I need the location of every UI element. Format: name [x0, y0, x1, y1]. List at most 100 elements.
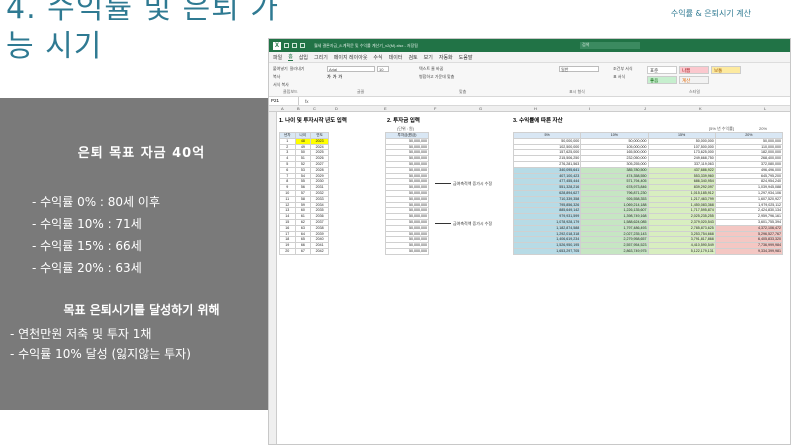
col-header[interactable]: H — [534, 106, 537, 112]
col-header[interactable]: C — [313, 106, 316, 112]
tab-view[interactable]: 보기 — [424, 54, 433, 61]
underline-button[interactable]: 가 — [338, 74, 342, 80]
salary-note: 금여축적액 증가시 수정 — [453, 221, 493, 226]
tab-home[interactable]: 홈 — [288, 53, 293, 61]
tab-insert[interactable]: 삽입 — [299, 54, 308, 61]
asset-cell[interactable]: 5,122,179,131 — [647, 247, 716, 255]
style-neutral[interactable]: 보통 — [711, 66, 741, 74]
styles-label: 스타일 — [689, 89, 701, 94]
ribbon-tabs: 파일 홈 삽입 그리기 페이지 레이아웃 수식 데이터 검토 보기 자동화 도움… — [269, 52, 790, 63]
col-header[interactable]: I — [589, 106, 590, 112]
style-calc[interactable]: 계산 — [679, 76, 709, 84]
asset-cell[interactable]: 1,653,297,705 — [512, 247, 582, 255]
goal-item: - 수익률 10% 달성 (잃지않는 투자) — [10, 347, 191, 361]
col-header[interactable]: D — [335, 106, 338, 112]
worksheet-grid[interactable]: A B C D E F G H I J K L 1. 나이 및 투자시작 년도 … — [269, 106, 790, 444]
age-cell[interactable]: 20 — [279, 247, 296, 255]
excel-titlebar: X 월세 결론자금_8.계획문 및 수익률 계산기_v2(M).xlsx - 저… — [269, 39, 790, 52]
col-header[interactable]: J — [644, 106, 646, 112]
tab-help[interactable]: 도움말 — [459, 54, 473, 61]
col-header[interactable]: G — [479, 106, 482, 112]
copy-button[interactable]: 복사 — [273, 74, 280, 80]
bold-button[interactable]: 가 — [327, 74, 331, 80]
alignment-group: 텍스트 줄 바꿈 병합하고 가운데 맞춤 — [419, 66, 454, 82]
tab-file[interactable]: 파일 — [273, 54, 282, 61]
section-age-title: 1. 나이 및 투자시작 년도 입력 — [279, 118, 347, 124]
asset-cell[interactable]: 2,863,749,975 — [580, 247, 649, 255]
table-row: 13 60 2035 — [279, 207, 329, 215]
tab-review[interactable]: 검토 — [408, 54, 417, 61]
font-label: 글꼴 — [357, 89, 365, 94]
tab-draw[interactable]: 그리기 — [314, 54, 328, 61]
table-row: 11 58 2033 — [279, 195, 329, 203]
table-row: 16 63 2038 — [279, 224, 329, 232]
table-row: 1,653,297,705 2,863,749,975 5,122,179,131 9… — [512, 247, 784, 255]
summary-panel: 은퇴 목표 자금 40억 - 수익률 0% : 80세 이후 - 수익률 10%… — [0, 98, 283, 410]
undo-icon[interactable] — [300, 43, 305, 48]
table-row: 14 61 2036 — [279, 213, 329, 220]
table-row: 6 53 2028 — [279, 166, 329, 174]
col-header[interactable]: A — [281, 106, 284, 112]
table-row: 15 62 2037 — [279, 218, 329, 226]
rate-item: - 수익률 0% : 80세 이후 — [32, 195, 160, 209]
number-label: 표시 형식 — [569, 89, 585, 94]
rate-item: - 수익률 20% : 63세 — [32, 261, 142, 275]
section-invest-title: 2. 투자금 입력 — [387, 118, 420, 124]
tab-formulas[interactable]: 수식 — [373, 54, 382, 61]
fx-icon[interactable]: fx — [305, 99, 309, 104]
table-format-button[interactable]: 표 서식 — [613, 74, 625, 80]
table-row: 1 48 2023 — [279, 137, 329, 145]
rate-item: - 수익률 15% : 66세 — [32, 239, 142, 253]
col-header[interactable]: F — [434, 106, 436, 112]
row-headers — [269, 112, 277, 444]
asset-cell[interactable]: 9,334,399,981 — [714, 247, 784, 255]
investment-table: 투자금(원금) 50,000,000 50,000,000 50,000,000 50,… — [385, 132, 429, 255]
name-box[interactable]: P21 — [269, 97, 299, 105]
style-normal[interactable]: 표준 — [647, 66, 677, 74]
note-arrow — [435, 183, 451, 184]
styles-buttons: 조건부 서식 표 서식 — [613, 66, 633, 82]
retirement-goal-heading: 은퇴 목표 자금 40억 — [77, 146, 206, 161]
format-painter-button[interactable]: 서식 복사 — [273, 82, 289, 88]
slide-title: 4. 수익률 및 은퇴 가능 시기 — [6, 0, 279, 64]
table-row: 9 56 2031 — [279, 184, 329, 191]
table-row: 8 55 2030 — [279, 178, 329, 186]
font-name-select[interactable]: Arial — [327, 66, 375, 72]
cut-button[interactable]: 잘라내기 — [290, 66, 305, 72]
rate-list: - 수익률 0% : 80세 이후 - 수익률 10% : 71세 - 수익률 … — [32, 191, 283, 279]
col-header[interactable]: L — [764, 106, 766, 112]
clipboard-group: 붙여넣기 잘라내기 복사 서식 복사 — [273, 66, 304, 90]
paste-button[interactable]: 붙여넣기 — [273, 66, 288, 72]
number-format-select[interactable]: 일반 — [559, 66, 599, 72]
style-good[interactable]: 좋음 — [647, 76, 677, 84]
age-cell[interactable]: 67 — [294, 247, 312, 255]
invest-cell[interactable]: 50,000,000 — [385, 247, 429, 255]
col-header[interactable]: E — [384, 106, 387, 112]
formula-bar: P21 fx — [269, 97, 790, 106]
save-icon[interactable] — [292, 43, 297, 48]
quick-access-toolbar — [284, 43, 305, 48]
goal-heading: 목표 은퇴시기를 달성하기 위해 — [63, 303, 220, 317]
tab-automate[interactable]: 자동화 — [439, 54, 453, 61]
age-header-row: 년차 나이 연도 — [279, 132, 329, 139]
search-input[interactable]: 검색 — [580, 42, 640, 49]
table-row: 12 59 2034 — [279, 201, 329, 209]
clipboard-label: 클립보드 — [283, 89, 298, 94]
merge-center-button[interactable]: 병합하고 가운데 맞춤 — [419, 74, 454, 80]
conditional-format-button[interactable]: 조건부 서식 — [613, 66, 633, 72]
tab-page-layout[interactable]: 페이지 레이아웃 — [334, 54, 368, 61]
col-header[interactable]: B — [297, 106, 300, 112]
age-cell[interactable]: 2042 — [310, 247, 329, 255]
table-row: 19 66 2041 — [279, 242, 329, 249]
tab-data[interactable]: 데이터 — [389, 54, 403, 61]
style-bad[interactable]: 나쁨 — [679, 66, 709, 74]
font-size-select[interactable]: 10 — [377, 66, 389, 72]
goal-item: - 연천만원 저축 및 투자 1채 — [10, 327, 152, 341]
table-row: 20 67 2042 — [279, 247, 329, 255]
autosave-icon[interactable] — [284, 43, 289, 48]
italic-button[interactable]: 가 — [333, 74, 337, 80]
wrap-text-button[interactable]: 텍스트 줄 바꿈 — [419, 66, 443, 72]
rate-item: - 수익률 10% : 71세 — [32, 217, 142, 231]
number-group: 일반 — [559, 66, 599, 74]
col-header[interactable]: K — [699, 106, 702, 112]
